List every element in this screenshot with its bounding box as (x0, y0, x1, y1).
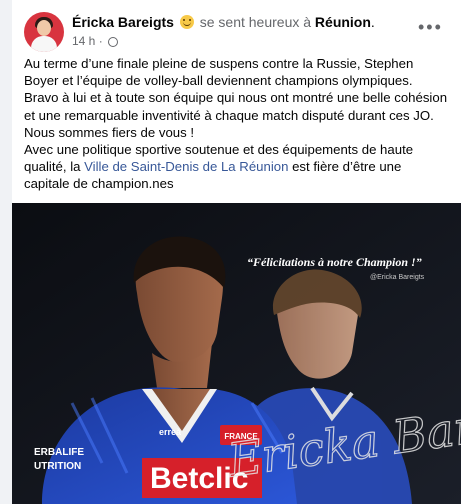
post-card: Éricka Bareigts se sent heureux à Réunio… (12, 0, 461, 504)
quote-text: “Félicitations à notre Champion !” (247, 255, 422, 269)
jersey-brand-text: erreà (159, 427, 182, 437)
jersey-side-bottom: UTRITION (34, 461, 81, 472)
city-link[interactable]: Ville de Saint-Denis de La Réunion (84, 159, 288, 174)
post-paragraph-1: Au terme d’une finale pleine de suspens … (24, 56, 448, 140)
jersey-side-top: ERBALIFE (34, 447, 84, 458)
more-options-icon[interactable]: ••• (418, 18, 443, 36)
champion-photo: Betclic FRANCE erreà ERBALIFE UTRITION “… (12, 203, 461, 504)
post-image[interactable]: Betclic FRANCE erreà ERBALIFE UTRITION “… (12, 203, 461, 504)
meta-separator: · (98, 34, 103, 48)
post-header: Éricka Bareigts se sent heureux à Réunio… (72, 14, 375, 30)
location-suffix: . (370, 14, 375, 30)
feeling-text: se sent heureux à (199, 14, 312, 30)
author-avatar[interactable] (24, 12, 64, 52)
avatar-body (31, 36, 57, 52)
post-text: Au terme d’une finale pleine de suspens … (24, 55, 449, 193)
globe-icon[interactable] (108, 37, 119, 47)
credit-text: @Ericka Bareigts (370, 274, 425, 281)
post-time[interactable]: 14 h (72, 34, 95, 48)
post-paragraph-2: Avec une politique sportive soutenue et … (24, 141, 449, 193)
post-meta: 14 h · (72, 34, 119, 48)
happy-emoji-icon (179, 15, 194, 29)
author-name[interactable]: Éricka Bareigts (72, 14, 174, 30)
avatar-face (37, 20, 51, 36)
location-link[interactable]: Réunion (315, 14, 371, 30)
